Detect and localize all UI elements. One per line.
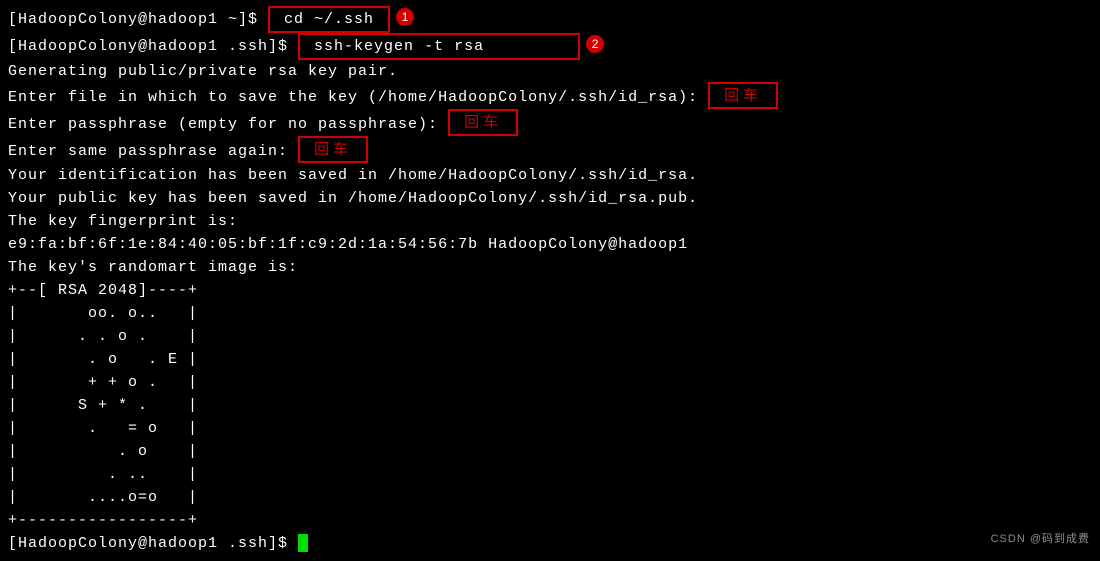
prompt-text: Enter file in which to save the key (/ho… bbox=[8, 89, 708, 106]
randomart-line: +-----------------+ bbox=[8, 509, 1092, 532]
prompt-text: Enter passphrase (empty for no passphras… bbox=[8, 116, 448, 133]
randomart-line: | . o . E | bbox=[8, 348, 1092, 371]
command-line-1: [HadoopColony@hadoop1 ~]$ cd ~/.ssh 1 bbox=[8, 6, 1092, 33]
output-line: Enter same passphrase again: 回车 bbox=[8, 137, 1092, 164]
output-line: e9:fa:bf:6f:1e:84:40:05:bf:1f:c9:2d:1a:5… bbox=[8, 233, 1092, 256]
terminal-window[interactable]: [HadoopColony@hadoop1 ~]$ cd ~/.ssh 1 [H… bbox=[0, 0, 1100, 561]
randomart-line: | + + o . | bbox=[8, 371, 1092, 394]
randomart-line: +--[ RSA 2048]----+ bbox=[8, 279, 1092, 302]
output-line: Enter file in which to save the key (/ho… bbox=[8, 83, 1092, 110]
output-line: The key fingerprint is: bbox=[8, 210, 1092, 233]
randomart-line: | S + * . | bbox=[8, 394, 1092, 417]
enter-key-annotation: 回车 bbox=[708, 82, 778, 109]
shell-prompt: [HadoopColony@hadoop1 .ssh]$ bbox=[8, 535, 298, 552]
randomart-line: | . .. | bbox=[8, 463, 1092, 486]
randomart-line: | oo. o.. | bbox=[8, 302, 1092, 325]
output-line: The key's randomart image is: bbox=[8, 256, 1092, 279]
output-line: Your public key has been saved in /home/… bbox=[8, 187, 1092, 210]
enter-key-annotation: 回车 bbox=[448, 109, 518, 136]
step-badge-2: 2 bbox=[586, 35, 604, 53]
cursor-block bbox=[298, 534, 308, 552]
randomart-line: | . . o . | bbox=[8, 325, 1092, 348]
shell-prompt: [HadoopColony@hadoop1 .ssh]$ bbox=[8, 38, 298, 55]
watermark-text: CSDN @码到成费 bbox=[991, 530, 1090, 546]
enter-key-annotation: 回车 bbox=[298, 136, 368, 163]
prompt-text: Enter same passphrase again: bbox=[8, 143, 298, 160]
command-sshkeygen: ssh-keygen -t rsa bbox=[298, 33, 580, 60]
shell-prompt: [HadoopColony@hadoop1 ~]$ bbox=[8, 11, 268, 28]
command-line-3[interactable]: [HadoopColony@hadoop1 .ssh]$ bbox=[8, 532, 1092, 555]
randomart-line: | ....o=o | bbox=[8, 486, 1092, 509]
step-badge-1: 1 bbox=[396, 8, 414, 26]
output-line: Enter passphrase (empty for no passphras… bbox=[8, 110, 1092, 137]
output-line: Your identification has been saved in /h… bbox=[8, 164, 1092, 187]
randomart-line: | . = o | bbox=[8, 417, 1092, 440]
randomart-line: | . o | bbox=[8, 440, 1092, 463]
command-line-2: [HadoopColony@hadoop1 .ssh]$ ssh-keygen … bbox=[8, 33, 1092, 60]
command-cd: cd ~/.ssh bbox=[268, 6, 390, 33]
output-line: Generating public/private rsa key pair. bbox=[8, 60, 1092, 83]
